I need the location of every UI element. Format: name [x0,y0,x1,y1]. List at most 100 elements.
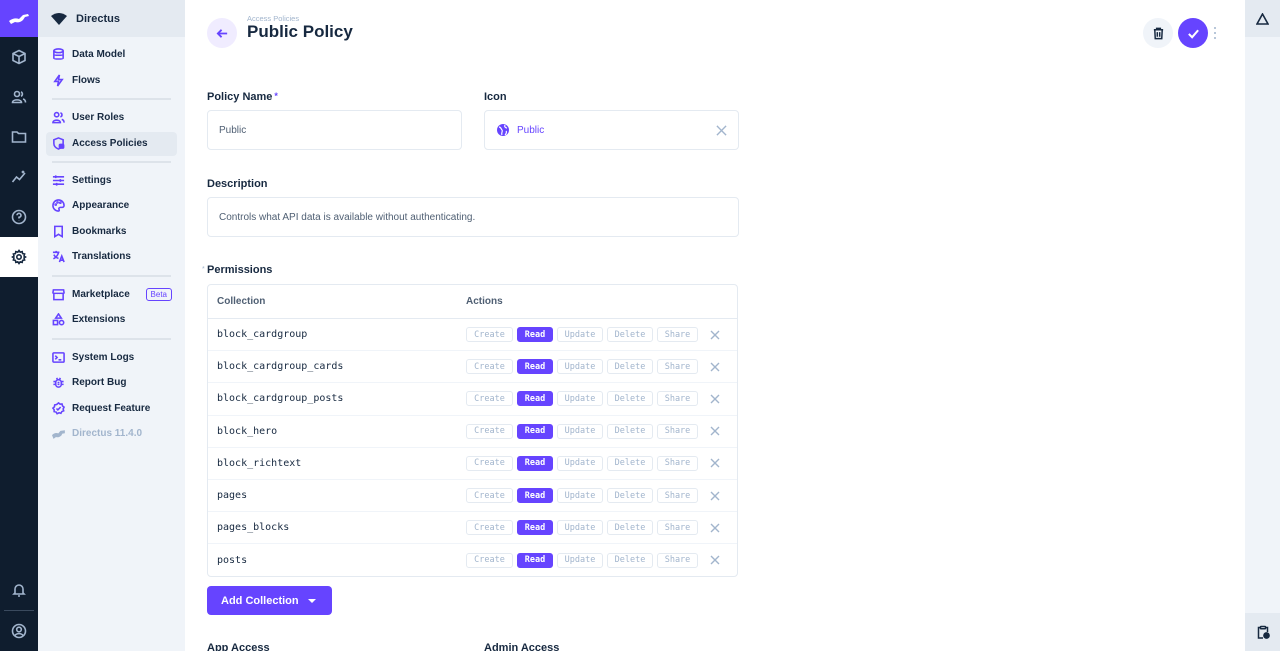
permission-toggle-update[interactable]: Update [557,391,603,407]
permission-toggle-read[interactable]: Read [517,391,553,407]
icon-label: Icon [484,91,507,103]
permission-toggle-delete[interactable]: Delete [607,327,653,343]
back-button[interactable] [207,18,237,48]
permission-toggle-create[interactable]: Create [466,327,513,343]
nav-item-request-feature[interactable]: Request Feature [46,396,177,422]
permission-toggle-update[interactable]: Update [557,488,603,504]
permission-row: block_cardgroup_posts Create Read Update Del… [208,383,737,416]
remove-permission-icon[interactable] [710,330,720,340]
icon-select[interactable]: Public [484,110,739,150]
nav-item-bookmarks[interactable]: Bookmarks [46,219,177,245]
policy-name-label: Policy Name * [207,91,278,103]
module-insights[interactable] [0,157,38,197]
permission-toggle-share[interactable]: Share [657,391,698,407]
permission-toggle-update[interactable]: Update [557,359,603,375]
permission-toggle-read[interactable]: Read [517,488,553,504]
permission-toggle-delete[interactable]: Delete [607,359,653,375]
permission-toggle-update[interactable]: Update [557,455,603,471]
permission-toggle-read[interactable]: Read [517,552,553,568]
permission-toggle-read[interactable]: Read [517,520,553,536]
module-users[interactable] [0,77,38,117]
permission-toggle-create[interactable]: Create [466,520,513,536]
nav-item-report-bug[interactable]: Report Bug [46,370,177,396]
nav-item-label: Report Bug [72,377,127,389]
nav-item-translations[interactable]: Translations [46,244,177,270]
permission-toggle-delete[interactable]: Delete [607,488,653,504]
nav-item-label: Flows [72,74,101,86]
nav-item-user-roles[interactable]: User Roles [46,105,177,131]
sliders-icon [52,175,65,186]
permission-toggle-read[interactable]: Read [517,423,553,439]
permission-toggle-update[interactable]: Update [557,327,603,343]
bug-icon [53,377,64,389]
permission-toggle-delete[interactable]: Delete [607,520,653,536]
nav-item-system-logs[interactable]: System Logs [46,345,177,371]
permission-toggle-share[interactable]: Share [657,520,698,536]
remove-permission-icon[interactable] [710,458,720,468]
permission-toggle-read[interactable]: Read [517,327,553,343]
add-collection-button[interactable]: Add Collection [207,586,332,615]
module-files[interactable] [0,117,38,157]
permission-toggle-delete[interactable]: Delete [607,423,653,439]
permission-toggle-update[interactable]: Update [557,520,603,536]
remove-permission-icon[interactable] [710,394,720,404]
permission-toggle-share[interactable]: Share [657,552,698,568]
permission-toggle-delete[interactable]: Delete [607,455,653,471]
permission-toggle-read[interactable]: Read [517,359,553,375]
bell-icon [12,584,26,597]
permission-toggle-create[interactable]: Create [466,552,513,568]
permission-toggle-create[interactable]: Create [466,488,513,504]
sidebar-toggle-bottom[interactable] [1245,613,1280,651]
sidebar-toggle-info[interactable] [1245,0,1280,37]
clipboard-clock-icon [1257,625,1270,639]
database-icon [53,48,64,61]
permission-toggle-update[interactable]: Update [557,552,603,568]
permission-toggle-update[interactable]: Update [557,423,603,439]
permission-toggle-create[interactable]: Create [466,455,513,471]
remove-permission-icon[interactable] [710,426,720,436]
nav-item-marketplace[interactable]: Marketplace Beta [46,282,177,308]
permission-toggle-share[interactable]: Share [657,455,698,471]
notifications-button[interactable] [0,570,38,610]
directus-rabbit-icon [9,13,29,24]
check-icon [1187,29,1199,39]
permission-toggle-share[interactable]: Share [657,359,698,375]
more-dot [1213,36,1217,40]
nav-item-settings[interactable]: Settings [46,168,177,194]
remove-permission-icon[interactable] [710,555,720,565]
remove-permission-icon[interactable] [710,362,720,372]
permission-toggle-share[interactable]: Share [657,327,698,343]
directus-logo[interactable] [0,0,38,37]
permission-toggle-delete[interactable]: Delete [607,552,653,568]
bolt-icon [53,74,64,87]
save-button[interactable] [1178,18,1208,48]
policy-name-input[interactable]: Public [207,110,462,150]
permission-toggle-share[interactable]: Share [657,488,698,504]
nav-item-data-model[interactable]: Data Model [46,42,177,68]
description-input[interactable]: Controls what API data is available with… [207,197,739,237]
permission-toggle-create[interactable]: Create [466,359,513,375]
nav-item-appearance[interactable]: Appearance [46,193,177,219]
module-help[interactable] [0,197,38,237]
delete-button[interactable] [1143,18,1173,48]
project-header[interactable]: Directus [38,0,185,37]
permission-toggle-delete[interactable]: Delete [607,391,653,407]
user-account-button[interactable] [0,611,38,651]
nav-item-access-policies[interactable]: Access Policies [46,131,177,156]
more-options-button[interactable] [1209,24,1221,42]
settings-navigation: Directus Data Model Flows User Roles Acc… [38,0,185,651]
nav-item-flows[interactable]: Flows [46,68,177,94]
collection-name: pages [217,490,248,502]
remove-permission-icon[interactable] [710,491,720,501]
clear-icon[interactable] [716,124,727,136]
permission-toggle-create[interactable]: Create [466,423,513,439]
nav-item-extensions[interactable]: Extensions [46,307,177,333]
permission-actions: Create Read Update Delete Share [466,359,720,375]
permission-toggle-read[interactable]: Read [517,455,553,471]
shield-lock-icon [53,137,65,150]
module-content[interactable] [0,37,38,77]
permission-toggle-create[interactable]: Create [466,391,513,407]
module-settings[interactable] [0,237,38,277]
remove-permission-icon[interactable] [710,523,720,533]
permission-toggle-share[interactable]: Share [657,423,698,439]
